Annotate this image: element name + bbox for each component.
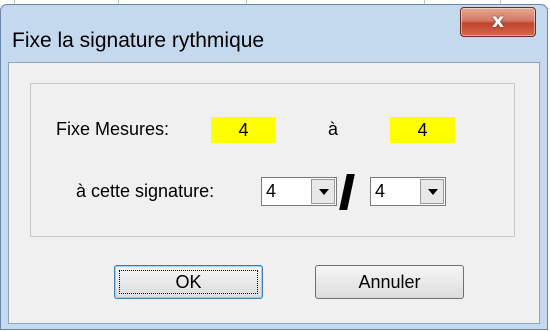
ok-button[interactable]: OK [114, 265, 263, 299]
chevron-down-icon [428, 189, 438, 195]
chevron-down-icon [319, 189, 329, 195]
dialog-client-area: Fixe Mesures: 4 à 4 à cette signature: 4… [8, 62, 540, 324]
signature-label: à cette signature: [76, 181, 215, 201]
dialog-window: Fixe la signature rythmique x Fixe Mesur… [0, 4, 548, 330]
title-bar[interactable]: Fixe la signature rythmique x [1, 5, 547, 63]
numerator-select[interactable]: 4 [261, 177, 337, 206]
close-button[interactable]: x [460, 7, 536, 37]
settings-group-box [30, 83, 515, 237]
measures-to-label: à [328, 119, 339, 139]
measures-to-field[interactable]: 4 [390, 117, 455, 143]
measures-from-field[interactable]: 4 [211, 117, 276, 143]
denominator-select[interactable]: 4 [370, 177, 446, 206]
measures-label: Fixe Mesures: [56, 119, 170, 139]
dialog-title: Fixe la signature rythmique [12, 29, 265, 52]
denominator-value: 4 [375, 181, 386, 201]
ok-button-label: OK [175, 272, 202, 292]
cancel-button-label: Annuler [358, 272, 421, 292]
numerator-value: 4 [266, 181, 277, 201]
numerator-dropdown-button[interactable] [311, 179, 335, 204]
close-icon: x [491, 10, 505, 32]
cancel-button[interactable]: Annuler [315, 265, 464, 299]
denominator-dropdown-button[interactable] [420, 179, 444, 204]
